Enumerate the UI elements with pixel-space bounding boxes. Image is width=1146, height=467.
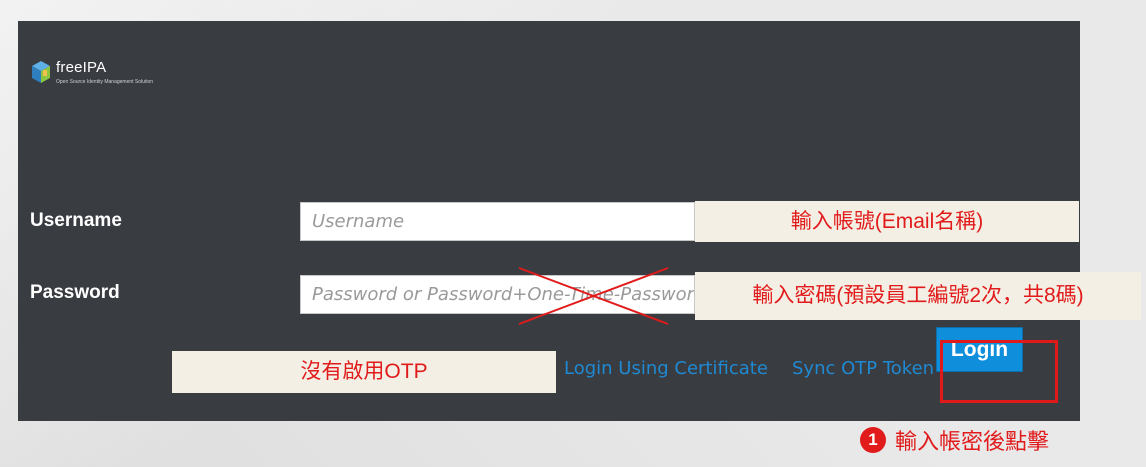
username-label: Username [30,210,122,231]
app-name: freeIPA [56,59,107,76]
password-annotation: 輸入密碼(預設員工編號2次，共8碼) [695,272,1141,320]
step-number-badge: 1 [860,427,886,453]
cube-icon [32,61,50,83]
cross-out-mark [518,267,669,325]
login-certificate-link[interactable]: Login Using Certificate [564,358,768,379]
sync-otp-token-link[interactable]: Sync OTP Token [792,358,934,379]
step-instruction: 輸入帳密後點擊 [895,429,1050,454]
password-label: Password [30,282,120,303]
otp-annotation: 沒有啟用OTP [172,351,556,393]
login-highlight-box [940,340,1058,403]
app-tagline: Open Source Identity Management Solution [56,79,154,85]
username-annotation: 輸入帳號(Email名稱) [695,201,1079,242]
username-input[interactable]: Username [300,202,695,241]
